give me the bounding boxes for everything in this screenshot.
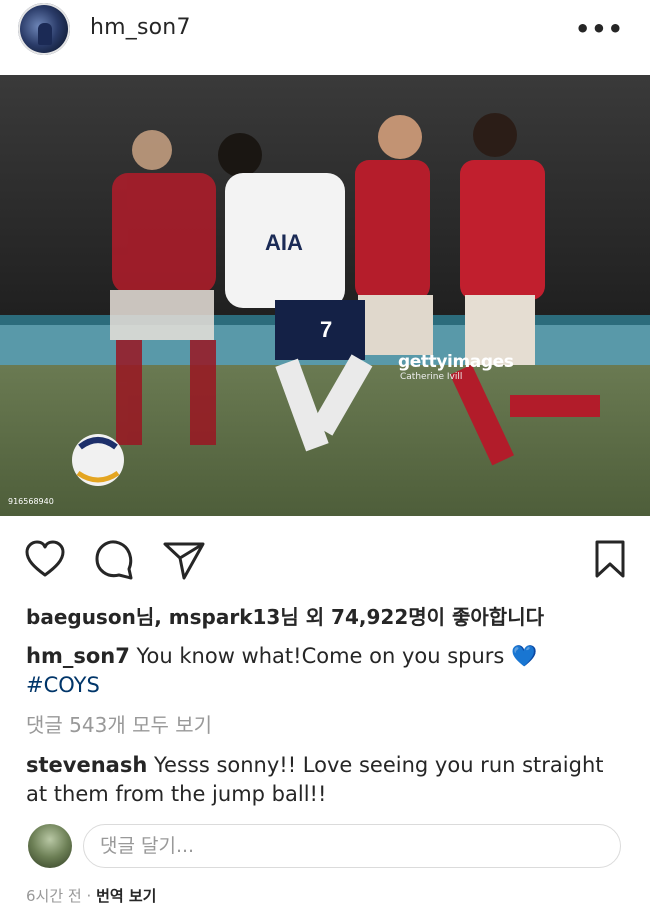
image-id: 916568940	[8, 497, 54, 506]
caption-username[interactable]: hm_son7	[26, 644, 130, 668]
likes-count[interactable]: baeguson님, mspark13님 외 74,922명이 좋아합니다	[26, 601, 544, 630]
photo-credit: Catherine Ivill	[400, 372, 463, 382]
post-time: 6시간 전	[26, 887, 82, 905]
add-comment-input[interactable]	[83, 824, 621, 868]
getty-watermark: gettyimages	[398, 352, 514, 372]
bookmark-icon[interactable]	[594, 539, 626, 579]
profile-avatar[interactable]	[18, 3, 70, 55]
translate-link[interactable]: 번역 보기	[96, 887, 156, 905]
top-comment: stevenash Yesss sonny!! Love seeing you …	[26, 751, 626, 809]
post-username[interactable]: hm_son7	[90, 15, 191, 40]
post-header: hm_son7 •••	[0, 0, 650, 72]
caption-hashtag[interactable]: #COYS	[26, 673, 100, 697]
football-photo: AIA 7	[0, 75, 650, 516]
caption-text: You know what!Come on you spurs	[136, 644, 505, 668]
sponsor-text: AIA	[265, 230, 303, 255]
blue-heart-emoji: 💙	[511, 644, 538, 668]
paper-plane-icon[interactable]	[162, 541, 206, 581]
footer-separator: ·	[86, 887, 92, 905]
post-photo[interactable]: AIA 7 gettyimages Catherine Ivill 916568…	[0, 75, 650, 516]
comment-username[interactable]: stevenash	[26, 753, 147, 777]
post-caption: hm_son7 You know what!Come on you spurs …	[26, 642, 626, 700]
view-all-comments-link[interactable]: 댓글 543개 모두 보기	[26, 709, 212, 738]
post-footer: 6시간 전 · 번역 보기	[26, 885, 157, 906]
my-avatar	[28, 824, 72, 868]
heart-icon[interactable]	[24, 539, 66, 579]
action-bar	[0, 535, 650, 585]
more-options-icon[interactable]: •••	[575, 17, 624, 41]
comment-bubble-icon[interactable]	[94, 538, 136, 580]
jersey-number: 7	[320, 317, 332, 342]
